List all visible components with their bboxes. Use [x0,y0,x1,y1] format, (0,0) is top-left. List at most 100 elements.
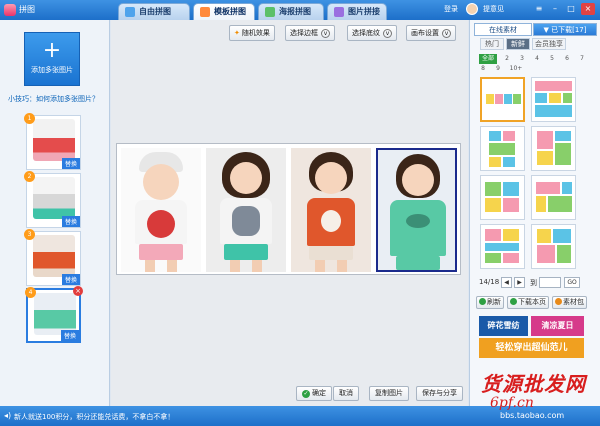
thumb-number: 4 [25,287,36,298]
collage-photo-1[interactable] [121,148,201,272]
template-item[interactable] [531,126,576,171]
template-item[interactable] [531,224,576,269]
collage-canvas[interactable] [116,143,461,275]
replace-button[interactable]: 替换 [61,216,80,227]
leg [230,260,240,272]
tab-image-stitch[interactable]: 图片拼接 [327,3,387,20]
random-effect-button[interactable]: ✦ 随机效果 [229,25,275,41]
tip-link[interactable]: 小技巧：如何添加多张图片？ [8,94,99,104]
chevron-down-icon: v [321,29,330,38]
feedback-link[interactable]: 提意见 [483,4,504,14]
photo-thumb-3[interactable]: 3 替换 [24,229,81,286]
filter-5[interactable]: 5 [548,54,556,64]
ad-banner-summer[interactable]: 清凉夏日 [531,316,584,336]
close-icon[interactable]: × [581,3,595,15]
download-icon: ▼ [543,26,552,34]
photo-thumb-2[interactable]: 2 替换 [24,171,81,228]
collage-workspace: ✦ 随机效果 选择边框 v 选择底纹 v 画布设置 v ✓ 确定 取消 复制图片… [111,20,468,406]
subtab-hot[interactable]: 热门 [480,38,504,50]
tab-label: 自由拼图 [139,7,171,16]
ad-banner-fairy[interactable]: 轻松穿出超仙范儿 [479,338,584,358]
login-link[interactable]: 登录 [444,4,458,14]
leg [337,260,347,272]
avatar[interactable] [466,3,478,15]
tab-free-collage[interactable]: 自由拼图 [118,3,190,20]
maximize-icon[interactable]: □ [564,3,578,15]
refresh-button[interactable]: 刷新 [476,296,504,309]
prev-page-icon[interactable]: ◀ [501,277,512,288]
speaker-icon: ◂) [4,411,12,420]
check-icon: ✓ [302,390,310,398]
replace-button[interactable]: 替换 [61,274,80,285]
add-photos-button[interactable]: + 添加多张图片 [24,32,80,86]
material-pack-button[interactable]: 素材包 [552,296,587,309]
leg [315,260,325,272]
filter-3[interactable]: 3 [518,54,526,64]
photo-thumb-image [34,293,76,335]
filter-6[interactable]: 6 [563,54,571,64]
ad-banner-floral[interactable]: 碎花雪纺 [479,316,528,336]
canvas-settings-button[interactable]: 画布设置 v [406,25,456,41]
thumb-number: 3 [24,229,35,240]
template-item[interactable] [480,77,525,122]
next-page-icon[interactable]: ▶ [514,277,525,288]
cancel-button[interactable]: 取消 [333,386,359,401]
template-item[interactable] [531,77,576,122]
template-item[interactable] [480,224,525,269]
status-message[interactable]: 新人就送100积分，积分还能兑话费，不拿白不拿！ [14,412,174,422]
filter-all[interactable]: 全部 [479,54,497,64]
filter-8[interactable]: 8 [479,64,487,74]
title-bar: 拼图 自由拼图 模板拼图 海报拼图 图片拼接 登录 提意见 ≡ – □ × [0,0,600,20]
button-label: 取消 [339,389,353,397]
button-label: 刷新 [487,298,501,306]
remove-photo-icon[interactable]: × [73,286,83,296]
filter-2[interactable]: 2 [503,54,511,64]
watermark-url: bbs.taobao.com [500,411,565,420]
tab-poster-collage[interactable]: 海报拼图 [258,3,324,20]
minimize-icon[interactable]: – [548,3,562,15]
subtab-vip[interactable]: 会员独享 [532,38,566,50]
leg [145,260,155,272]
replace-button[interactable]: 替换 [61,158,80,169]
template-item[interactable] [480,175,525,220]
tab-label: 海报拼图 [279,7,311,16]
replace-button[interactable]: 替换 [60,330,79,341]
go-button[interactable]: GO [564,277,580,288]
menu-icon[interactable]: ≡ [532,3,546,15]
photo-thumb-1[interactable]: 1 替换 [24,113,81,170]
shirt-print [232,206,260,236]
copy-image-button[interactable]: 复制图片 [369,386,409,401]
select-border-button[interactable]: 选择边框 v [285,25,335,41]
photo-thumb-4[interactable]: 4 × 替换 [25,286,83,343]
goto-label: 到 [530,279,537,287]
collage-photo-4[interactable] [376,148,457,272]
shorts [224,244,268,260]
collage-photo-2[interactable] [206,148,286,272]
refresh-icon [479,298,486,305]
filter-4[interactable]: 4 [533,54,541,64]
shirt-print [147,210,175,238]
select-texture-button[interactable]: 选择底纹 v [347,25,397,41]
button-label: 选择边框 [290,29,318,37]
button-label: 画布设置 [411,29,439,37]
tab-template-collage[interactable]: 模板拼图 [193,3,255,20]
shirt-print [406,214,430,228]
thumb-number: 1 [24,113,35,124]
chevron-down-icon: v [383,29,392,38]
filter-10-plus[interactable]: 10+ [508,64,524,74]
button-label: 保存与分享 [422,389,457,397]
download-page-button[interactable]: 下载本页 [507,296,549,309]
ok-button[interactable]: ✓ 确定 [296,386,332,401]
filter-9[interactable]: 9 [494,64,502,74]
template-item[interactable] [480,126,525,171]
page-input[interactable] [539,277,561,288]
button-label: 素材包 [563,298,584,306]
save-share-button[interactable]: 保存与分享 [416,386,463,401]
template-item[interactable] [531,175,576,220]
collage-photo-3[interactable] [291,148,371,272]
filter-7[interactable]: 7 [578,54,586,64]
tab-downloaded[interactable]: ▼ 已下载[17] [533,23,597,36]
tab-online-materials[interactable]: 在线素材 [474,23,532,36]
subtab-new[interactable]: 新鲜 [506,38,530,50]
watermark-title: 货源批发网 [481,372,586,396]
